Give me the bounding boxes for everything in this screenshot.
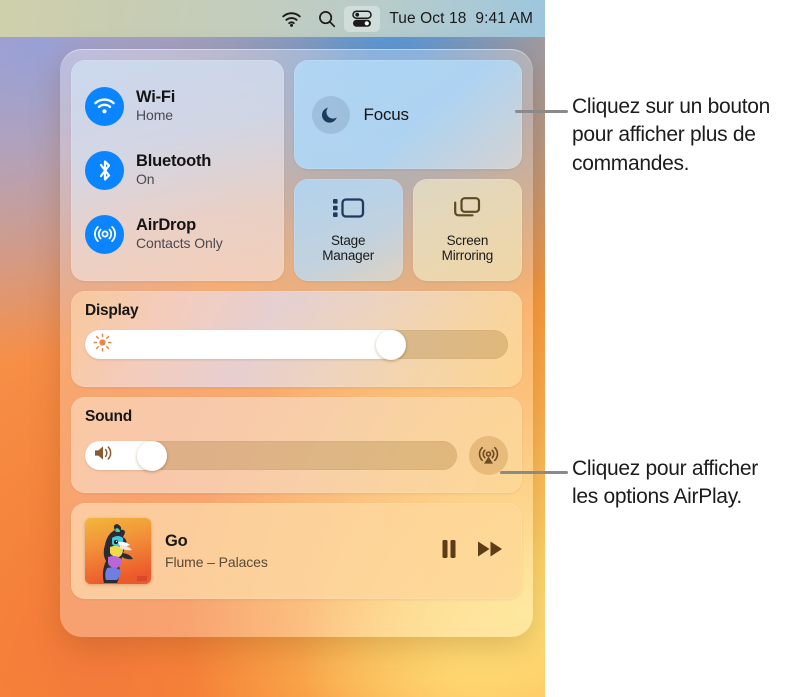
airplay-audio-icon[interactable] bbox=[469, 436, 508, 475]
callout-controls-leader-line bbox=[515, 110, 568, 113]
track-subtitle: Flume – Palaces bbox=[165, 553, 268, 570]
bluetooth-subtitle: On bbox=[136, 171, 155, 188]
display-slider-knob[interactable] bbox=[376, 329, 407, 360]
screen-mirroring-icon bbox=[452, 195, 482, 226]
menu-bar-date: Tue Oct 18 bbox=[389, 9, 467, 27]
now-playing-module: Go Flume – Palaces bbox=[71, 503, 522, 599]
volume-icon bbox=[93, 444, 115, 467]
control-center-icon[interactable] bbox=[344, 5, 381, 32]
airdrop-text: AirDrop Contacts Only bbox=[136, 216, 223, 252]
control-center-right-column: Focus Stage Manager Screen Mirroring bbox=[293, 60, 523, 281]
bluetooth-title: Bluetooth bbox=[136, 151, 212, 170]
pause-button[interactable] bbox=[439, 538, 459, 565]
menu-bar-clock[interactable]: Tue Oct 18 9:41 AM bbox=[380, 10, 535, 28]
playback-controls bbox=[439, 538, 504, 565]
airdrop-row[interactable]: AirDrop Contacts Only bbox=[71, 202, 284, 266]
display-brightness-slider[interactable] bbox=[85, 329, 508, 360]
menu-bar: Tue Oct 18 9:41 AM bbox=[0, 0, 545, 37]
wifi-status-icon[interactable] bbox=[273, 6, 310, 32]
sound-volume-slider[interactable] bbox=[85, 440, 457, 471]
connectivity-module: Wi-Fi Home Bluetooth On AirDrop Contacts… bbox=[71, 60, 284, 281]
control-center-panel: Wi-Fi Home Bluetooth On AirDrop Contacts… bbox=[60, 49, 533, 637]
desktop-background: Tue Oct 18 9:41 AM Wi-Fi Home Bluetooth … bbox=[0, 0, 545, 697]
brightness-icon bbox=[93, 332, 112, 357]
sound-module: Sound bbox=[71, 397, 522, 493]
menu-bar-time: 9:41 AM bbox=[475, 9, 533, 27]
moon-icon bbox=[311, 95, 350, 134]
callout-controls-text: Cliquez sur un bouton pour afficher plus… bbox=[572, 95, 770, 175]
control-center-top-row: Wi-Fi Home Bluetooth On AirDrop Contacts… bbox=[71, 60, 523, 281]
airdrop-subtitle: Contacts Only bbox=[136, 235, 223, 252]
wifi-title: Wi-Fi bbox=[136, 87, 176, 106]
display-slider-fill bbox=[85, 330, 407, 359]
airdrop-icon bbox=[85, 214, 124, 254]
callout-airplay-leader-line bbox=[500, 471, 568, 474]
sound-slider-row bbox=[85, 436, 508, 475]
spotlight-search-icon[interactable] bbox=[310, 6, 344, 32]
bluetooth-row[interactable]: Bluetooth On bbox=[71, 138, 284, 202]
focus-tile[interactable]: Focus bbox=[293, 60, 522, 169]
sound-title: Sound bbox=[85, 408, 132, 425]
bluetooth-icon bbox=[85, 150, 124, 190]
display-slider-row bbox=[85, 329, 508, 360]
callout-airplay-text: Cliquez pour afficher les options AirPla… bbox=[572, 457, 758, 509]
display-module: Display bbox=[71, 291, 522, 387]
wifi-text: Wi-Fi Home bbox=[136, 88, 175, 124]
sound-slider-knob[interactable] bbox=[136, 440, 167, 471]
screen-mirroring-tile[interactable]: Screen Mirroring bbox=[412, 179, 523, 281]
bluetooth-text: Bluetooth On bbox=[136, 152, 211, 188]
focus-label: Focus bbox=[363, 104, 409, 124]
airdrop-title: AirDrop bbox=[136, 215, 197, 234]
wifi-subtitle: Home bbox=[136, 107, 173, 124]
wifi-row[interactable]: Wi-Fi Home bbox=[71, 74, 284, 138]
stage-manager-icon bbox=[331, 195, 365, 226]
screen-mirroring-label: Screen Mirroring bbox=[441, 232, 494, 263]
fast-forward-button[interactable] bbox=[477, 539, 504, 564]
quick-tiles-row: Stage Manager Screen Mirroring bbox=[293, 179, 523, 281]
album-artwork[interactable] bbox=[85, 518, 151, 584]
stage-manager-label: Stage Manager bbox=[322, 232, 375, 263]
now-playing-text: Go Flume – Palaces bbox=[165, 532, 425, 570]
track-title: Go bbox=[165, 531, 188, 550]
display-title: Display bbox=[85, 302, 139, 319]
stage-manager-tile[interactable]: Stage Manager bbox=[293, 179, 403, 281]
wifi-icon bbox=[85, 86, 124, 126]
